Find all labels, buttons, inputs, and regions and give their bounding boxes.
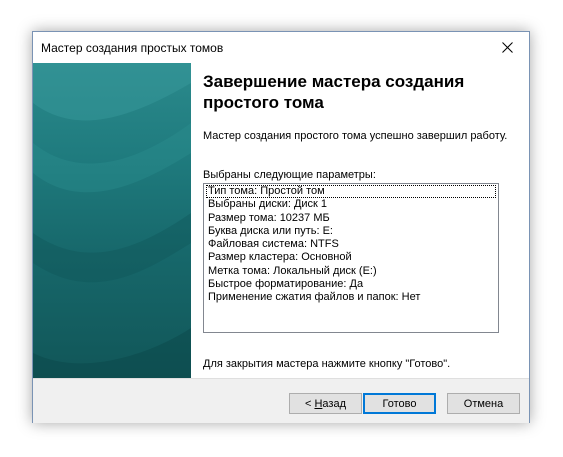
screen: Мастер создания простых томов Завершение… (0, 0, 563, 457)
param-line[interactable]: Размер тома: 10237 МБ (206, 212, 496, 225)
closing-note: Для закрытия мастера нажмите кнопку "Гот… (203, 358, 451, 370)
intro-text: Мастер создания простого тома успешно за… (203, 130, 508, 142)
window-title: Мастер создания простых томов (41, 41, 224, 55)
param-line[interactable]: Метка тома: Локальный диск (E:) (206, 265, 496, 278)
back-button-prefix: < (304, 397, 315, 410)
close-icon (501, 41, 513, 53)
back-button-accel: Н (314, 397, 323, 410)
button-bar: < Назад Готово Отмена (33, 378, 529, 423)
param-line[interactable]: Файловая система: NTFS (206, 238, 496, 251)
title-bar[interactable]: Мастер создания простых томов (33, 32, 529, 63)
cancel-button-label: Отмена (463, 397, 504, 410)
params-listbox[interactable]: Тип тома: Простой том Выбраны диски: Дис… (203, 183, 499, 333)
back-button-label: азад (322, 397, 346, 410)
cancel-button[interactable]: Отмена (447, 393, 520, 414)
wizard-window: Мастер создания простых томов Завершение… (32, 31, 530, 423)
finish-button[interactable]: Готово (363, 393, 436, 414)
banner-wave-graphic (33, 63, 191, 378)
wizard-content: Завершение мастера создания простого том… (191, 63, 529, 378)
param-line[interactable]: Применение сжатия файлов и папок: Нет (206, 291, 496, 304)
finish-button-label: Готово (382, 397, 417, 410)
wizard-side-banner (33, 63, 191, 378)
param-line[interactable]: Размер кластера: Основной (206, 251, 496, 264)
param-line[interactable]: Буква диска или путь: E: (206, 225, 496, 238)
param-line[interactable]: Тип тома: Простой том (206, 185, 496, 199)
back-button[interactable]: < Назад (289, 393, 362, 414)
page-heading: Завершение мастера создания простого том… (203, 72, 465, 112)
param-line[interactable]: Выбраны диски: Диск 1 (206, 198, 496, 211)
param-line[interactable]: Быстрое форматирование: Да (206, 278, 496, 291)
params-label: Выбраны следующие параметры: (203, 169, 376, 181)
close-button[interactable] (485, 32, 529, 62)
